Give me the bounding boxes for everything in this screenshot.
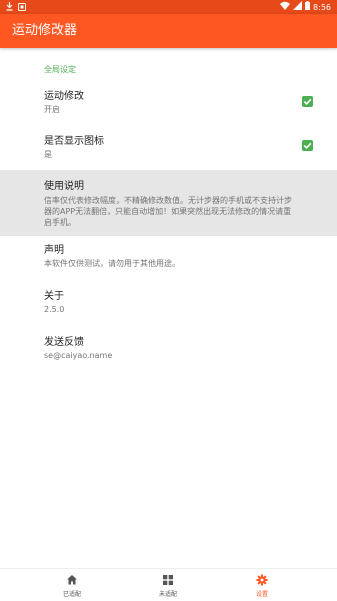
app-title: 运动修改器 bbox=[12, 23, 78, 38]
status-bar: 8:56 bbox=[0, 0, 337, 14]
pref-summary: 本软件仅供测试，请勿用于其他用途。 bbox=[44, 259, 180, 268]
clock-text: 8:56 bbox=[313, 2, 331, 12]
gear-icon bbox=[256, 574, 268, 586]
pref-about[interactable]: 关于 2.5.0 bbox=[0, 284, 337, 324]
pref-motion-modify[interactable]: 运动修改 开启 bbox=[0, 82, 337, 122]
check-icon bbox=[303, 142, 312, 149]
signal-icon bbox=[293, 1, 303, 14]
pref-summary: 是 bbox=[44, 150, 52, 159]
pref-title: 运动修改 bbox=[44, 91, 84, 102]
pref-summary-line: 信率仅代表修改幅度，不精确修改数值。无计步器的手机或不支持计步 bbox=[44, 196, 292, 205]
nav-item-settings[interactable]: 设置 bbox=[222, 569, 302, 601]
pref-summary-line: 启手机。 bbox=[44, 218, 76, 227]
nav-item-unadapted[interactable]: 未适配 bbox=[128, 569, 208, 601]
notification-icon bbox=[18, 2, 26, 13]
battery-icon bbox=[305, 1, 311, 14]
section-header-global: 全局设定 bbox=[44, 65, 76, 74]
pref-summary: 开启 bbox=[44, 105, 60, 114]
pref-send-feedback[interactable]: 发送反馈 se@caiyao.name bbox=[0, 330, 337, 370]
pref-title: 声明 bbox=[44, 245, 64, 256]
nav-item-adapted[interactable]: 已适配 bbox=[32, 569, 112, 601]
pref-show-icon[interactable]: 是否显示图标 是 bbox=[0, 127, 337, 167]
show-icon-checkbox[interactable] bbox=[302, 140, 313, 151]
home-icon bbox=[67, 575, 77, 585]
pref-title: 使用说明 bbox=[44, 181, 84, 192]
check-icon bbox=[303, 98, 312, 105]
pref-summary-line: 器的APP无法翻倍，只能自动增加！如果突然出现无法修改的情况请重 bbox=[44, 207, 292, 216]
pref-title: 关于 bbox=[44, 291, 64, 302]
nav-label: 已适配 bbox=[62, 591, 81, 598]
pref-title: 是否显示图标 bbox=[44, 136, 104, 147]
pref-usage-instructions[interactable]: 使用说明 信率仅代表修改幅度，不精确修改数值。无计步器的手机或不支持计步 器的A… bbox=[0, 170, 337, 236]
motion-modify-checkbox[interactable] bbox=[302, 96, 313, 107]
pref-summary: 2.5.0 bbox=[44, 305, 65, 314]
pref-title: 发送反馈 bbox=[44, 337, 84, 348]
wifi-icon bbox=[280, 1, 291, 14]
bottom-navigation: 已适配 未适配 设置 bbox=[0, 568, 337, 601]
grid-icon bbox=[163, 575, 173, 585]
pref-summary: se@caiyao.name bbox=[44, 351, 113, 360]
pref-disclaimer[interactable]: 声明 本软件仅供测试，请勿用于其他用途。 bbox=[0, 238, 337, 278]
nav-label: 未适配 bbox=[158, 591, 177, 598]
download-icon bbox=[6, 2, 13, 13]
app-bar: 运动修改器 bbox=[0, 14, 337, 48]
nav-label: 设置 bbox=[255, 591, 268, 598]
